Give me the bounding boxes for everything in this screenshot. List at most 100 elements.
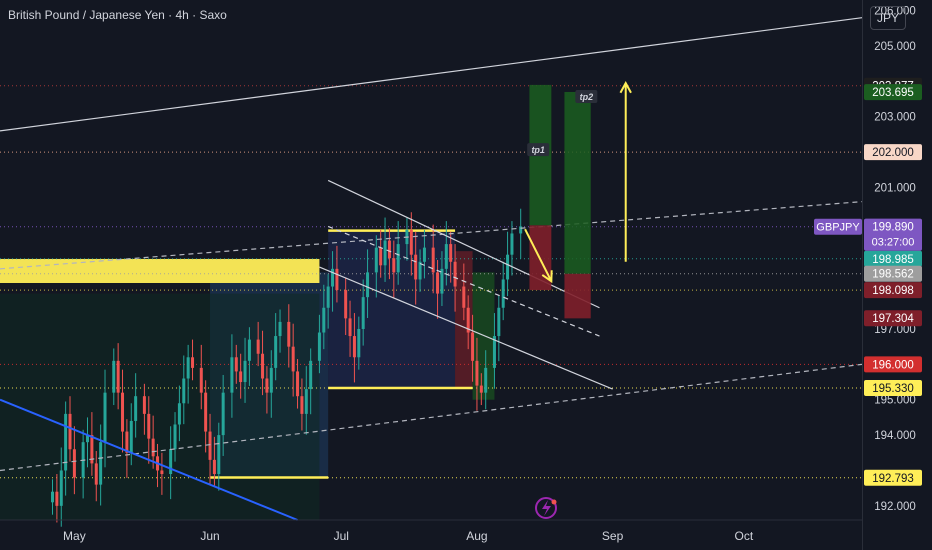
candle-body: [519, 226, 523, 234]
candle-body: [479, 385, 483, 393]
candle-body: [186, 357, 190, 379]
candle-body: [256, 339, 260, 354]
candle-body: [274, 336, 278, 368]
symbol-tag: GBPJPY: [816, 222, 860, 234]
candle-body: [151, 438, 155, 457]
price-label: 192.793: [872, 473, 914, 485]
notification-dot: [551, 499, 557, 505]
candle-body: [453, 261, 457, 287]
price-label: 195.330: [872, 383, 914, 395]
candle-body: [304, 389, 308, 414]
candle-body: [471, 332, 475, 361]
candle-body: [265, 378, 269, 393]
candle-body: [291, 346, 295, 372]
last-price-value: 199.890: [872, 222, 914, 234]
candle-body: [142, 396, 146, 414]
x-tick-label: Oct: [735, 529, 754, 543]
y-tick-label: 195.000: [874, 395, 916, 407]
candle-body: [361, 297, 365, 329]
candle-body: [191, 357, 195, 368]
candle-body: [501, 279, 505, 308]
candle-body: [261, 353, 265, 379]
candle-body: [506, 254, 510, 280]
candle-body: [510, 233, 514, 255]
candle-body: [444, 244, 448, 269]
candle-body: [212, 459, 216, 475]
candle-body: [326, 286, 330, 308]
candle-body: [169, 449, 173, 475]
price-label: 197.304: [872, 313, 914, 325]
candle-body: [396, 244, 400, 273]
candle-body: [59, 470, 63, 506]
x-tick-label: Jul: [334, 529, 349, 543]
annotation-tp1: tp1: [531, 145, 545, 155]
candle-body: [462, 286, 466, 308]
price-label: 196.000: [872, 359, 914, 371]
candle-body: [322, 307, 326, 333]
price-label: 198.562: [872, 269, 914, 281]
x-tick-label: Sep: [602, 529, 624, 543]
candle-body: [230, 357, 234, 393]
candle-body: [335, 268, 339, 291]
price-chart[interactable]: tp1 tp2 May Jun Jul Aug Sep Oct 192.000 194.000 19…: [0, 0, 932, 550]
candle-body: [379, 247, 383, 266]
y-tick-label: 205.000: [874, 41, 916, 53]
candle-body: [72, 449, 76, 478]
chart-window: tp1 tp2 May Jun Jul Aug Sep Oct 192.000 194.000 19…: [0, 0, 932, 550]
candle-body: [366, 272, 370, 298]
candle-body: [269, 367, 273, 393]
candle-body: [204, 392, 208, 432]
candle-body: [243, 360, 247, 383]
candle-body: [55, 491, 59, 506]
lightning-icon[interactable]: [535, 497, 557, 519]
support-zone: [0, 258, 320, 283]
candle-body: [422, 247, 426, 262]
candle-body: [103, 392, 107, 443]
candle-body: [300, 396, 304, 414]
candle-body: [344, 290, 348, 319]
candle-body: [221, 392, 225, 436]
last-price-countdown: 03:27:00: [872, 237, 915, 249]
candle-body: [112, 360, 116, 393]
candle-body: [208, 431, 212, 460]
candle-body: [234, 357, 238, 372]
y-tick-label: 201.000: [874, 182, 916, 194]
candle-body: [383, 240, 387, 266]
candle-body: [247, 339, 251, 361]
price-label: 202.000: [872, 147, 914, 159]
price-axis-separator: [862, 0, 863, 550]
candle-body: [497, 307, 501, 337]
candle-body: [317, 332, 321, 361]
y-tick-label: 192.000: [874, 501, 916, 513]
candle-body: [182, 378, 186, 404]
candle-body: [177, 403, 181, 425]
candle-body: [414, 254, 418, 280]
candle-body: [475, 360, 479, 386]
candle-body: [352, 336, 356, 358]
candle-body: [134, 396, 138, 421]
x-tick-label: Aug: [466, 529, 487, 543]
annotation-tp2: tp2: [580, 92, 594, 102]
candle-body: [449, 244, 453, 262]
chart-title: British Pound / Japanese Yen · 4h · Saxo: [8, 8, 227, 22]
trendline: [0, 17, 863, 132]
candle-body: [217, 435, 221, 475]
candle-body: [357, 328, 361, 358]
candle-body: [239, 371, 243, 383]
y-tick-label: 194.000: [874, 430, 916, 442]
candle-body: [129, 420, 133, 453]
price-label: 198.985: [872, 254, 914, 266]
price-label: 203.695: [872, 87, 914, 99]
candle-body: [68, 413, 72, 450]
candle-body: [121, 392, 125, 432]
candle-body: [278, 321, 282, 337]
candle-body: [374, 247, 378, 273]
position-stop-zone: [564, 273, 591, 319]
lightning-icon-bolt: [542, 500, 551, 516]
currency-button[interactable]: JPY: [870, 6, 906, 30]
x-tick-label: May: [63, 529, 86, 543]
candle-body: [51, 491, 55, 503]
candle-body: [484, 367, 488, 393]
candle-body: [94, 463, 98, 485]
y-tick-label: 203.000: [874, 112, 916, 124]
